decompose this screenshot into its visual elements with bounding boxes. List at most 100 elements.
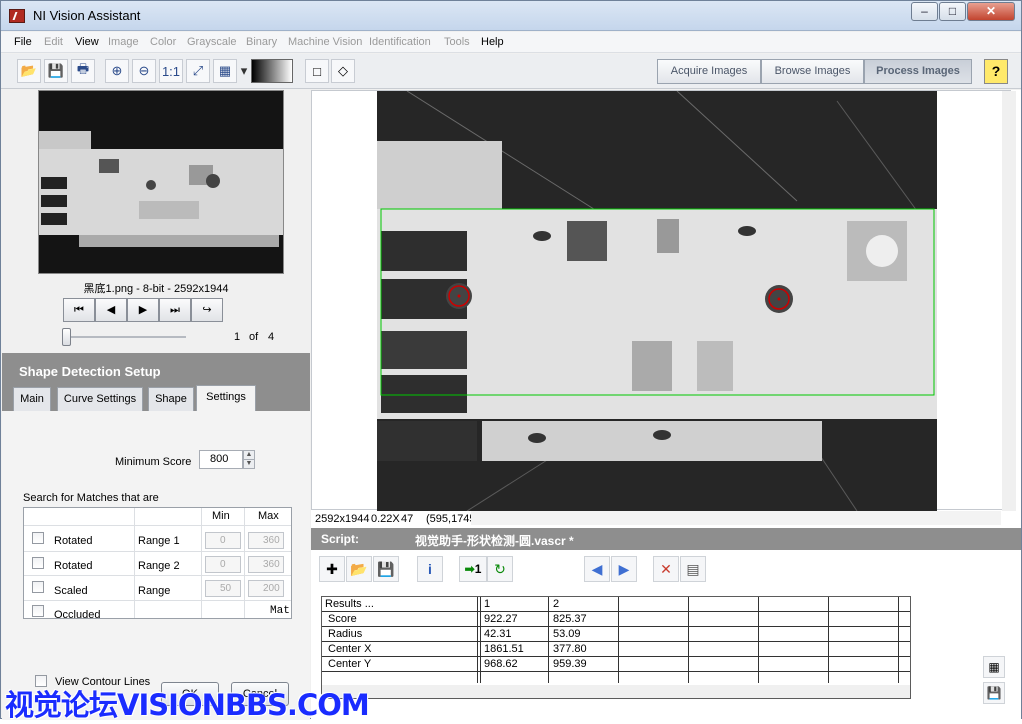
of-label: of xyxy=(249,331,259,343)
window-title: NI Vision Assistant xyxy=(33,8,141,23)
scaled-label: Scaled xyxy=(54,585,88,597)
total-images: 4 xyxy=(268,331,275,343)
menu-tools[interactable]: Tools xyxy=(444,36,470,48)
right-panel: 2592x1944 0.22X 47 (595,1745) Script: 视觉… xyxy=(311,90,1021,720)
tab-curve-settings[interactable]: Curve Settings xyxy=(57,387,143,411)
score-value-1: 922.27 xyxy=(484,613,518,625)
image-slider-track[interactable] xyxy=(66,336,186,338)
scaled-checkbox[interactable] xyxy=(32,581,44,593)
process-images-button[interactable]: Process Images xyxy=(864,59,972,84)
current-image-number: 1 xyxy=(234,331,241,343)
help-button[interactable]: ? xyxy=(984,59,1008,84)
close-button[interactable]: ✕ xyxy=(967,2,1015,21)
image-slider-knob[interactable] xyxy=(62,328,71,346)
rotated-1-label: Rotated xyxy=(54,535,93,547)
rectangle-roi-icon[interactable]: □ xyxy=(305,59,329,83)
title-bar: NI Vision Assistant – □ ✕ xyxy=(1,1,1021,31)
zoom-fit-icon[interactable]: ⤢ xyxy=(186,59,210,83)
rotated-2-max-input[interactable]: 360 xyxy=(248,556,284,573)
scaled-min-input[interactable]: 50 xyxy=(205,580,241,597)
next-image-button[interactable]: ▶ xyxy=(127,298,159,322)
setup-title: Shape Detection Setup xyxy=(19,364,161,379)
center-y-value-1: 968.62 xyxy=(484,658,518,670)
radius-value-1: 42.31 xyxy=(484,628,512,640)
zoom-out-icon[interactable]: ⊖ xyxy=(132,59,156,83)
rotated-2-min-input[interactable]: 0 xyxy=(205,556,241,573)
occluded-max-value: Mat xyxy=(270,605,290,617)
minimum-score-label: Minimum Score xyxy=(115,456,192,468)
scale-range-label: Range xyxy=(138,585,171,597)
open-script-icon[interactable]: 📂 xyxy=(346,556,372,582)
results-export-icon[interactable]: ▦ xyxy=(983,656,1005,678)
zoom-1to1-icon[interactable]: 1:1 xyxy=(159,59,183,83)
center-y-row-label: Center Y xyxy=(328,658,372,670)
menu-grayscale[interactable]: Grayscale xyxy=(187,36,237,48)
results-table: Results ... 1 2 Score 922.27 825.37 Radi… xyxy=(321,596,911,699)
scaled-max-input[interactable]: 200 xyxy=(248,580,284,597)
zoom-in-icon[interactable]: ⊕ xyxy=(105,59,129,83)
rotated-rectangle-roi-icon[interactable]: ◇ xyxy=(331,59,355,83)
performance-meter-icon[interactable]: ▤ xyxy=(680,556,706,582)
viewer-vertical-scrollbar[interactable] xyxy=(1002,91,1016,511)
run-continuous-icon[interactable]: ↻ xyxy=(487,556,513,582)
result-column-2: 2 xyxy=(553,598,560,610)
minimize-button[interactable]: – xyxy=(911,2,938,21)
minimum-score-input[interactable]: 800 xyxy=(199,450,243,469)
center-y-value-2: 959.39 xyxy=(553,658,587,670)
run-once-count: 1 xyxy=(474,562,482,576)
save-image-icon[interactable]: 💾 xyxy=(44,59,68,83)
menu-color[interactable]: Color xyxy=(150,36,176,48)
results-horizontal-scrollbar[interactable] xyxy=(322,685,910,698)
viewer-horizontal-scrollbar[interactable] xyxy=(471,511,1001,525)
search-matches-label: Search for Matches that are xyxy=(23,492,159,504)
jump-image-button[interactable]: ↪ xyxy=(191,298,223,322)
last-image-button[interactable]: ⏭ xyxy=(159,298,191,322)
rotated-2-checkbox[interactable] xyxy=(32,557,44,569)
browse-images-button[interactable]: Browse Images xyxy=(761,59,864,84)
menu-binary[interactable]: Binary xyxy=(246,36,277,48)
image-viewer[interactable] xyxy=(311,90,1016,511)
tab-shape[interactable]: Shape xyxy=(148,387,194,411)
score-down-icon[interactable]: ▼ xyxy=(243,459,255,469)
menu-view[interactable]: View xyxy=(75,36,99,48)
pixel-value-text: 47 xyxy=(401,513,414,525)
info-icon[interactable]: i xyxy=(417,556,443,582)
board-image[interactable] xyxy=(377,91,937,511)
save-script-icon[interactable]: 💾 xyxy=(373,556,399,582)
new-script-icon[interactable]: ✚ xyxy=(319,556,345,582)
gray-palette-swatch xyxy=(251,59,293,83)
menu-identification[interactable]: Identification xyxy=(369,36,431,48)
script-label: Script: xyxy=(321,532,360,546)
delete-step-icon[interactable]: ✕ xyxy=(653,556,679,582)
previous-image-button[interactable]: ◀ xyxy=(95,298,127,322)
results-save-icon[interactable]: 💾 xyxy=(983,682,1005,704)
image-thumbnail[interactable] xyxy=(38,90,284,274)
tab-main[interactable]: Main xyxy=(13,387,51,411)
script-name: 视觉助手-形状检测-圆.vascr * xyxy=(415,534,574,548)
menu-edit[interactable]: Edit xyxy=(44,36,63,48)
occluded-checkbox[interactable] xyxy=(32,605,44,617)
menu-machine-vision[interactable]: Machine Vision xyxy=(288,36,362,48)
image-palette-icon[interactable]: ▦ xyxy=(213,59,237,83)
rotated-1-checkbox[interactable] xyxy=(32,532,44,544)
menu-file[interactable]: File xyxy=(14,36,32,48)
menu-image[interactable]: Image xyxy=(108,36,139,48)
rotated-1-max-input[interactable]: 360 xyxy=(248,532,284,549)
range-2-label: Range 2 xyxy=(138,560,180,572)
open-image-icon[interactable]: 📂 xyxy=(17,59,41,83)
image-size-text: 2592x1944 xyxy=(315,513,370,525)
center-x-value-1: 1861.51 xyxy=(484,643,524,655)
maximize-button[interactable]: □ xyxy=(939,2,966,21)
menu-help[interactable]: Help xyxy=(481,36,504,48)
next-step-icon[interactable]: ▶ xyxy=(611,556,637,582)
tab-settings[interactable]: Settings xyxy=(196,385,256,411)
rotated-1-min-input[interactable]: 0 xyxy=(205,532,241,549)
acquire-images-button[interactable]: Acquire Images xyxy=(657,59,761,84)
print-icon[interactable]: 🖶 xyxy=(71,59,95,83)
left-panel: 黑底1.png - 8-bit - 2592x1944 ⏮ ◀ ▶ ⏭ ↪ 1 … xyxy=(2,90,310,720)
palette-dropdown-icon[interactable]: ▾ xyxy=(239,59,249,83)
run-once-icon[interactable]: ➡ 1 xyxy=(459,556,487,582)
first-image-button[interactable]: ⏮ xyxy=(63,298,95,322)
score-value-2: 825.37 xyxy=(553,613,587,625)
previous-step-icon[interactable]: ◀ xyxy=(584,556,610,582)
